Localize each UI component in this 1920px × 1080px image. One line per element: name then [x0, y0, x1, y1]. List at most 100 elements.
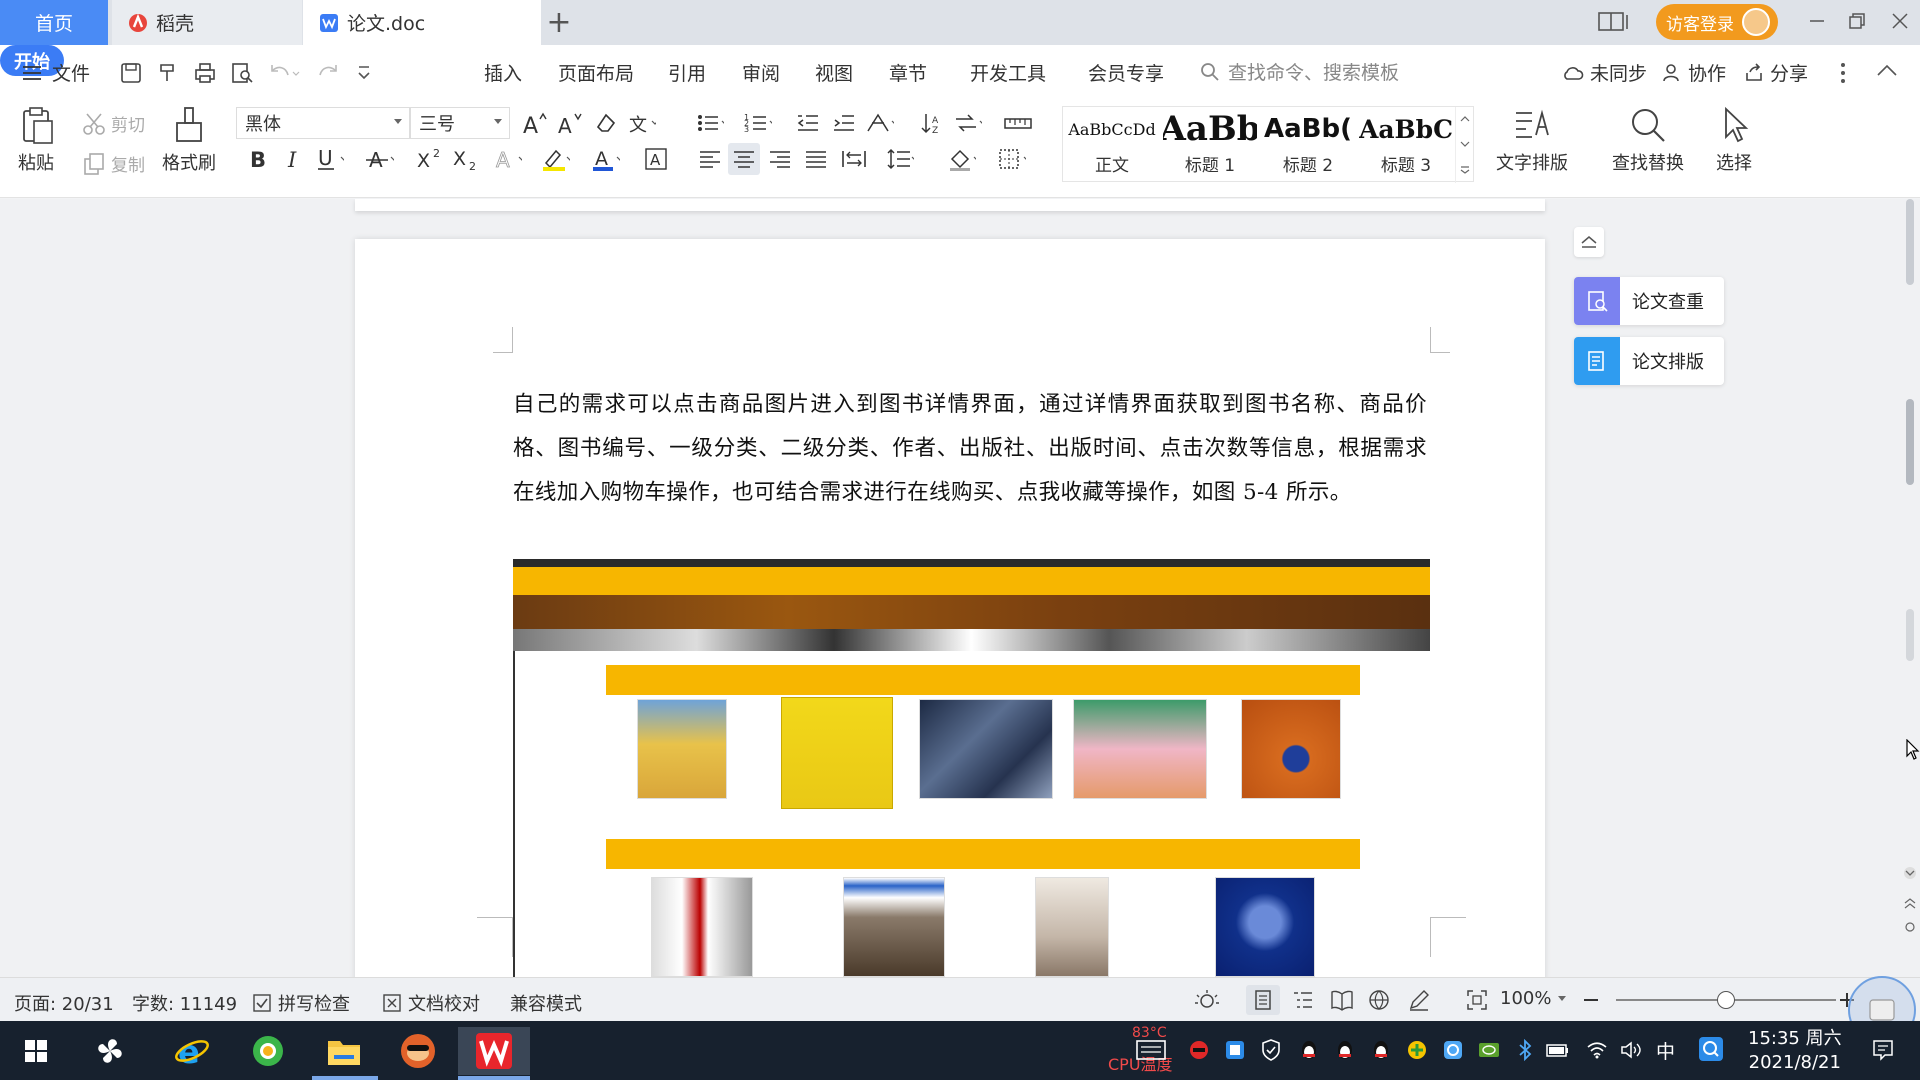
cpu-monitor-icon[interactable]: [1134, 1037, 1168, 1063]
select-browse-icon[interactable]: [1903, 921, 1917, 933]
cut-button[interactable]: 剪切: [82, 111, 145, 136]
security-shield-icon[interactable]: [1260, 1039, 1282, 1061]
blue-tool-tray-icon[interactable]: [1224, 1039, 1246, 1061]
bold-icon[interactable]: B: [244, 145, 272, 173]
paper-check-button[interactable]: 论文查重: [1574, 277, 1724, 325]
volume-icon[interactable]: [1620, 1039, 1642, 1061]
print-preview-icon[interactable]: [230, 61, 254, 85]
window-layout-icon[interactable]: [1598, 11, 1630, 33]
menu-tab-developer[interactable]: 开发工具: [970, 59, 1046, 86]
increase-font-icon[interactable]: A: [520, 109, 548, 137]
doc-check-button[interactable]: 文档校对: [382, 990, 480, 1016]
ime-indicator[interactable]: 中: [1656, 1037, 1675, 1064]
qq-penguin-icon[interactable]: [1370, 1039, 1392, 1061]
chinese-layout-icon[interactable]: [866, 109, 894, 137]
windows-start-icon[interactable]: [8, 1027, 64, 1075]
select-button[interactable]: 选择: [1714, 105, 1754, 175]
word-count[interactable]: 字数: 11149: [132, 990, 237, 1016]
paste-button[interactable]: 粘贴: [16, 105, 56, 175]
more-options-icon[interactable]: [1840, 62, 1846, 84]
document-page[interactable]: 自己的需求可以点击商品图片进入到图书详情界面，通过详情界面获取到图书名称、商品价…: [355, 239, 1545, 977]
align-left-icon[interactable]: [696, 145, 724, 173]
menu-tab-review[interactable]: 审阅: [742, 59, 780, 86]
wps-taskbar-icon[interactable]: [458, 1027, 530, 1075]
panel-collapse-icon[interactable]: [1574, 227, 1604, 257]
line-spacing-icon[interactable]: [886, 145, 914, 173]
undo-icon[interactable]: [268, 61, 300, 85]
battery-icon[interactable]: [1546, 1039, 1568, 1061]
sync-status[interactable]: 未同步: [1562, 59, 1647, 86]
sort-icon[interactable]: AZ: [918, 109, 946, 137]
find-replace-button[interactable]: 查找替换: [1612, 105, 1684, 175]
browser-green-icon[interactable]: [240, 1027, 296, 1075]
zoom-out-icon[interactable]: [1582, 989, 1600, 1011]
file-explorer-icon[interactable]: [316, 1027, 372, 1075]
qq-penguin-icon[interactable]: [1298, 1039, 1320, 1061]
shading-icon[interactable]: [948, 145, 976, 173]
decrease-indent-icon[interactable]: [794, 109, 822, 137]
close-icon[interactable]: [1891, 12, 1909, 30]
collapse-ribbon-icon[interactable]: [1876, 63, 1898, 77]
style-heading-2[interactable]: AaBb( 标题 2: [1259, 107, 1357, 183]
increase-indent-icon[interactable]: [830, 109, 858, 137]
collab-button[interactable]: 协作: [1662, 59, 1726, 86]
font-name-select[interactable]: 黑体: [236, 107, 410, 139]
style-heading-3[interactable]: AaBbC 标题 3: [1357, 107, 1455, 183]
justify-icon[interactable]: [802, 145, 830, 173]
underline-icon[interactable]: U: [316, 145, 344, 173]
menu-tab-view[interactable]: 视图: [815, 59, 853, 86]
distributed-align-icon[interactable]: [840, 145, 868, 173]
notification-icon[interactable]: [1870, 1037, 1896, 1063]
menu-tab-page-layout[interactable]: 页面布局: [558, 59, 634, 86]
italic-icon[interactable]: I: [280, 145, 308, 173]
document-workspace[interactable]: 自己的需求可以点击商品图片进入到图书详情界面，通过详情界面获取到图书名称、商品价…: [0, 199, 1920, 977]
wifi-icon[interactable]: [1586, 1039, 1608, 1061]
superscript-icon[interactable]: X2: [416, 145, 444, 173]
top-scroll-segment[interactable]: [1906, 199, 1914, 285]
style-gallery-scroll[interactable]: [1455, 107, 1473, 183]
show-marks-icon[interactable]: [954, 109, 982, 137]
style-heading-1[interactable]: AaBb 标题 1: [1161, 107, 1259, 183]
share-button[interactable]: 分享: [1744, 59, 1808, 86]
body-paragraph[interactable]: 自己的需求可以点击商品图片进入到图书详情界面，通过详情界面获取到图书名称、商品价…: [513, 383, 1427, 515]
menu-tab-insert[interactable]: 插入: [484, 59, 522, 86]
strikethrough-icon[interactable]: A: [366, 145, 394, 173]
print-icon[interactable]: [193, 61, 217, 85]
pen-write-icon[interactable]: [1408, 989, 1430, 1011]
text-layout-button[interactable]: 文字排版: [1496, 105, 1568, 175]
nvidia-icon[interactable]: [1478, 1039, 1500, 1061]
redo-icon[interactable]: [316, 61, 340, 85]
page-indicator[interactable]: 页面: 20/31: [14, 990, 114, 1016]
pinyin-guide-icon[interactable]: 文: [628, 109, 656, 137]
format-painter-button[interactable]: 格式刷: [162, 105, 216, 175]
visitor-login-button[interactable]: 访客登录: [1656, 4, 1778, 40]
numbered-list-icon[interactable]: 123: [744, 109, 772, 137]
fit-page-icon[interactable]: [1466, 989, 1488, 1011]
cloud-drive-icon[interactable]: [1442, 1039, 1464, 1061]
subscript-icon[interactable]: X2: [452, 145, 480, 173]
clear-format-icon[interactable]: [592, 109, 620, 137]
figure-screenshot[interactable]: [513, 559, 1430, 977]
tab-home[interactable]: 首页: [0, 0, 108, 45]
tab-document[interactable]: 论文.doc: [303, 0, 541, 45]
reading-view-icon[interactable]: [1330, 989, 1354, 1011]
file-menu[interactable]: 文件: [22, 59, 90, 86]
outline-view-icon[interactable]: [1292, 989, 1314, 1011]
command-search[interactable]: 查找命令、搜索模板: [1200, 58, 1399, 85]
save-icon[interactable]: [119, 61, 143, 85]
vertical-scrollbar[interactable]: [1900, 199, 1920, 977]
page-view-icon[interactable]: [1246, 985, 1280, 1015]
pinwheel-app-icon[interactable]: [82, 1027, 138, 1075]
text-effect-icon[interactable]: A: [494, 145, 522, 173]
scroll-down-icon[interactable]: [1902, 867, 1918, 879]
align-right-icon[interactable]: [766, 145, 794, 173]
new-tab-button[interactable]: +: [545, 0, 573, 45]
format-icon[interactable]: [156, 61, 180, 85]
menu-tab-chapter[interactable]: 章节: [889, 59, 927, 86]
align-center-icon[interactable]: [728, 143, 760, 175]
zoom-slider-handle[interactable]: [1717, 991, 1735, 1009]
bluetooth-icon[interactable]: [1514, 1039, 1536, 1061]
font-size-select[interactable]: 三号: [410, 107, 510, 139]
zoom-select[interactable]: 100%: [1500, 988, 1567, 1009]
bullet-list-icon[interactable]: [696, 109, 724, 137]
